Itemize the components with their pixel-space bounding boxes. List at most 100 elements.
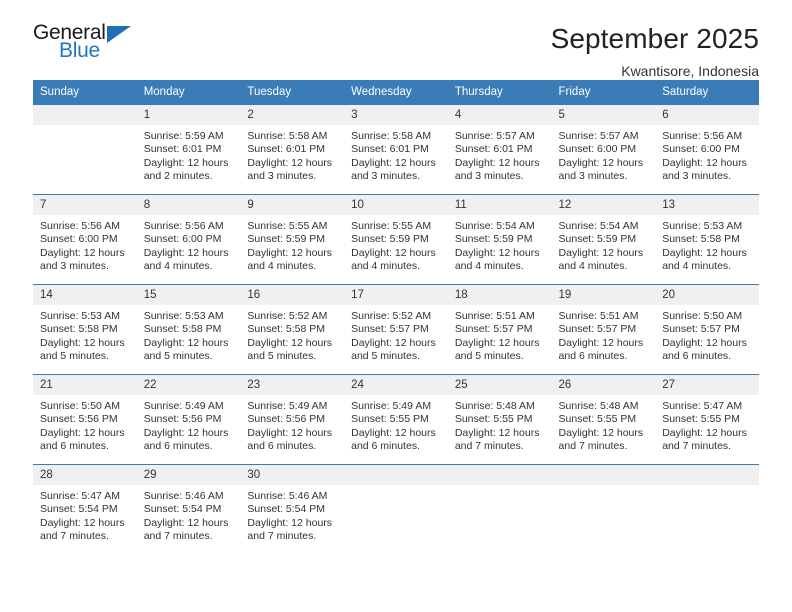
calendar-day-cell[interactable]: 10 Sunrise: 5:55 AM Sunset: 5:59 PM Dayligh… — [344, 195, 448, 285]
calendar-day-cell[interactable]: 5 Sunrise: 5:57 AM Sunset: 6:00 PM Daylight… — [551, 105, 656, 195]
day-number — [447, 465, 552, 485]
calendar-day-cell[interactable]: 24 Sunrise: 5:49 AM Sunset: 5:55 PM Dayligh… — [344, 375, 448, 465]
day-detail-line: and 2 minutes. — [143, 170, 213, 183]
day-detail-line: and 4 minutes. — [143, 260, 213, 273]
calendar-day-cell[interactable]: 16 Sunrise: 5:52 AM Sunset: 5:58 PM Dayligh… — [240, 285, 345, 375]
calendar-day-cell[interactable]: 6 Sunrise: 5:56 AM Sunset: 6:00 PM Daylight… — [655, 105, 759, 195]
day-detail-line: Sunset: 6:00 PM — [143, 233, 222, 246]
day-details: Sunrise: 5:47 AM Sunset: 5:55 PM Daylight:… — [655, 395, 759, 454]
day-detail-line: and 3 minutes. — [454, 170, 524, 183]
day-number: 5 — [551, 105, 656, 125]
calendar-day-cell[interactable]: 12 Sunrise: 5:54 AM Sunset: 5:59 PM Dayligh… — [551, 195, 656, 285]
calendar-day-cell[interactable]: 17 Sunrise: 5:52 AM Sunset: 5:57 PM Dayligh… — [344, 285, 448, 375]
day-number: 25 — [447, 375, 552, 395]
calendar-day-cell[interactable]: 7 Sunrise: 5:56 AM Sunset: 6:00 PM Daylight… — [33, 195, 137, 285]
day-details: Sunrise: 5:54 AM Sunset: 5:59 PM Daylight:… — [552, 215, 656, 274]
day-detail-line: Sunset: 5:55 PM — [662, 413, 740, 426]
day-detail-line: and 4 minutes. — [558, 260, 628, 273]
day-detail-line: Sunset: 5:59 PM — [247, 233, 326, 246]
day-number: 16 — [240, 285, 345, 305]
day-detail-line: Daylight: 12 hours — [143, 426, 229, 439]
day-detail-line: Daylight: 12 hours — [143, 246, 229, 259]
day-details: Sunrise: 5:56 AM Sunset: 6:00 PM Daylight:… — [655, 125, 759, 184]
day-detail-line: Sunrise: 5:57 AM — [558, 130, 639, 142]
day-details: Sunrise: 5:51 AM Sunset: 5:57 PM Daylight:… — [448, 305, 552, 364]
day-number: 19 — [551, 285, 656, 305]
day-number: 29 — [136, 465, 241, 485]
day-detail-line: Sunrise: 5:58 AM — [247, 130, 328, 142]
day-detail-line: Sunset: 5:57 PM — [454, 323, 533, 336]
day-number: 21 — [33, 375, 137, 395]
day-detail-line: Sunset: 6:01 PM — [454, 143, 533, 156]
calendar-day-cell[interactable]: 29 Sunrise: 5:46 AM Sunset: 5:54 PM Dayligh… — [136, 465, 241, 555]
calendar-day-cell[interactable]: 9 Sunrise: 5:55 AM Sunset: 5:59 PM Daylight… — [240, 195, 345, 285]
page-header: General Blue September 2025 Kwantisore, … — [33, 0, 759, 79]
calendar-day-cell[interactable]: 26 Sunrise: 5:48 AM Sunset: 5:55 PM Dayligh… — [551, 375, 656, 465]
calendar-week-row: 21 Sunrise: 5:50 AM Sunset: 5:56 PM Dayligh… — [33, 374, 759, 465]
day-detail-line: Sunset: 5:58 PM — [40, 323, 118, 336]
generalblue-logo[interactable]: General Blue — [33, 22, 143, 68]
day-number: 22 — [136, 375, 241, 395]
calendar-day-cell[interactable]: 21 Sunrise: 5:50 AM Sunset: 5:56 PM Dayligh… — [33, 375, 137, 465]
calendar-day-cell[interactable]: 2 Sunrise: 5:58 AM Sunset: 6:01 PM Daylight… — [240, 105, 345, 195]
day-details — [344, 485, 448, 490]
calendar-day-cell[interactable]: 20 Sunrise: 5:50 AM Sunset: 5:57 PM Dayligh… — [655, 285, 759, 375]
day-detail-line: Sunset: 5:58 PM — [143, 323, 222, 336]
day-details: Sunrise: 5:55 AM Sunset: 5:59 PM Daylight:… — [344, 215, 448, 274]
calendar-day-cell[interactable]: 4 Sunrise: 5:57 AM Sunset: 6:01 PM Daylight… — [447, 105, 552, 195]
calendar-day-cell[interactable]: 15 Sunrise: 5:53 AM Sunset: 5:58 PM Dayligh… — [136, 285, 241, 375]
day-number: 7 — [33, 195, 137, 215]
calendar-day-cell[interactable]: 8 Sunrise: 5:56 AM Sunset: 6:00 PM Daylight… — [136, 195, 241, 285]
day-detail-line: Daylight: 12 hours — [143, 156, 229, 169]
day-number: 24 — [344, 375, 448, 395]
page-subtitle: Kwantisore, Indonesia — [621, 62, 759, 79]
day-detail-line: Daylight: 12 hours — [662, 426, 747, 439]
calendar-day-cell[interactable]: 27 Sunrise: 5:47 AM Sunset: 5:55 PM Dayligh… — [655, 375, 759, 465]
calendar-day-cell[interactable]: 22 Sunrise: 5:49 AM Sunset: 5:56 PM Dayligh… — [136, 375, 241, 465]
calendar-day-cell[interactable]: 25 Sunrise: 5:48 AM Sunset: 5:55 PM Dayligh… — [447, 375, 552, 465]
day-number: 12 — [551, 195, 656, 215]
day-number: 4 — [447, 105, 552, 125]
day-detail-line: Daylight: 12 hours — [454, 156, 540, 169]
day-detail-line: Sunrise: 5:51 AM — [454, 310, 535, 322]
day-detail-line: Daylight: 12 hours — [558, 426, 644, 439]
calendar-day-cell[interactable]: 13 Sunrise: 5:53 AM Sunset: 5:58 PM Dayligh… — [655, 195, 759, 285]
day-detail-line: and 5 minutes. — [40, 350, 109, 363]
day-detail-line: Sunrise: 5:53 AM — [143, 310, 224, 322]
day-details: Sunrise: 5:52 AM Sunset: 5:58 PM Daylight:… — [240, 305, 344, 364]
day-detail-line: and 6 minutes. — [662, 350, 732, 363]
calendar-day-cell[interactable]: 18 Sunrise: 5:51 AM Sunset: 5:57 PM Dayligh… — [447, 285, 552, 375]
weekday-header-saturday: Saturday — [655, 80, 759, 105]
calendar-day-cell[interactable]: 14 Sunrise: 5:53 AM Sunset: 5:58 PM Dayligh… — [33, 285, 137, 375]
day-detail-line: Sunset: 5:57 PM — [662, 323, 740, 336]
calendar-day-cell[interactable]: 1 Sunrise: 5:59 AM Sunset: 6:01 PM Daylight… — [136, 105, 241, 195]
calendar-day-cell[interactable]: 23 Sunrise: 5:49 AM Sunset: 5:56 PM Dayligh… — [240, 375, 345, 465]
calendar-empty-cell — [551, 465, 656, 555]
calendar-day-cell[interactable]: 28 Sunrise: 5:47 AM Sunset: 5:54 PM Dayligh… — [33, 465, 137, 555]
calendar-day-cell[interactable]: 11 Sunrise: 5:54 AM Sunset: 5:59 PM Dayligh… — [447, 195, 552, 285]
day-detail-line: Daylight: 12 hours — [558, 336, 644, 349]
day-details: Sunrise: 5:56 AM Sunset: 6:00 PM Daylight:… — [33, 215, 137, 274]
calendar-day-cell[interactable]: 30 Sunrise: 5:46 AM Sunset: 5:54 PM Dayligh… — [240, 465, 345, 555]
day-number: 17 — [344, 285, 448, 305]
day-detail-line: Daylight: 12 hours — [351, 336, 436, 349]
day-number: 2 — [240, 105, 345, 125]
calendar-day-cell[interactable]: 3 Sunrise: 5:58 AM Sunset: 6:01 PM Daylight… — [344, 105, 448, 195]
day-detail-line: and 5 minutes. — [454, 350, 524, 363]
day-detail-line: Sunset: 6:01 PM — [143, 143, 222, 156]
calendar-day-cell[interactable]: 19 Sunrise: 5:51 AM Sunset: 5:57 PM Dayligh… — [551, 285, 656, 375]
day-detail-line: Sunset: 5:54 PM — [247, 503, 326, 516]
weekday-header-monday: Monday — [136, 80, 241, 105]
day-detail-line: Sunset: 6:01 PM — [351, 143, 429, 156]
day-detail-line: Sunrise: 5:52 AM — [247, 310, 328, 322]
day-details: Sunrise: 5:59 AM Sunset: 6:01 PM Daylight:… — [137, 125, 241, 184]
day-detail-line: Daylight: 12 hours — [558, 246, 644, 259]
day-detail-line: and 5 minutes. — [351, 350, 420, 363]
day-detail-line: Daylight: 12 hours — [247, 336, 333, 349]
day-number: 3 — [344, 105, 448, 125]
day-detail-line: and 5 minutes. — [143, 350, 213, 363]
day-detail-line: Sunrise: 5:58 AM — [351, 130, 432, 142]
day-details: Sunrise: 5:52 AM Sunset: 5:57 PM Daylight:… — [344, 305, 448, 364]
day-detail-line: Sunset: 6:00 PM — [40, 233, 118, 246]
day-detail-line: Sunrise: 5:55 AM — [351, 220, 432, 232]
